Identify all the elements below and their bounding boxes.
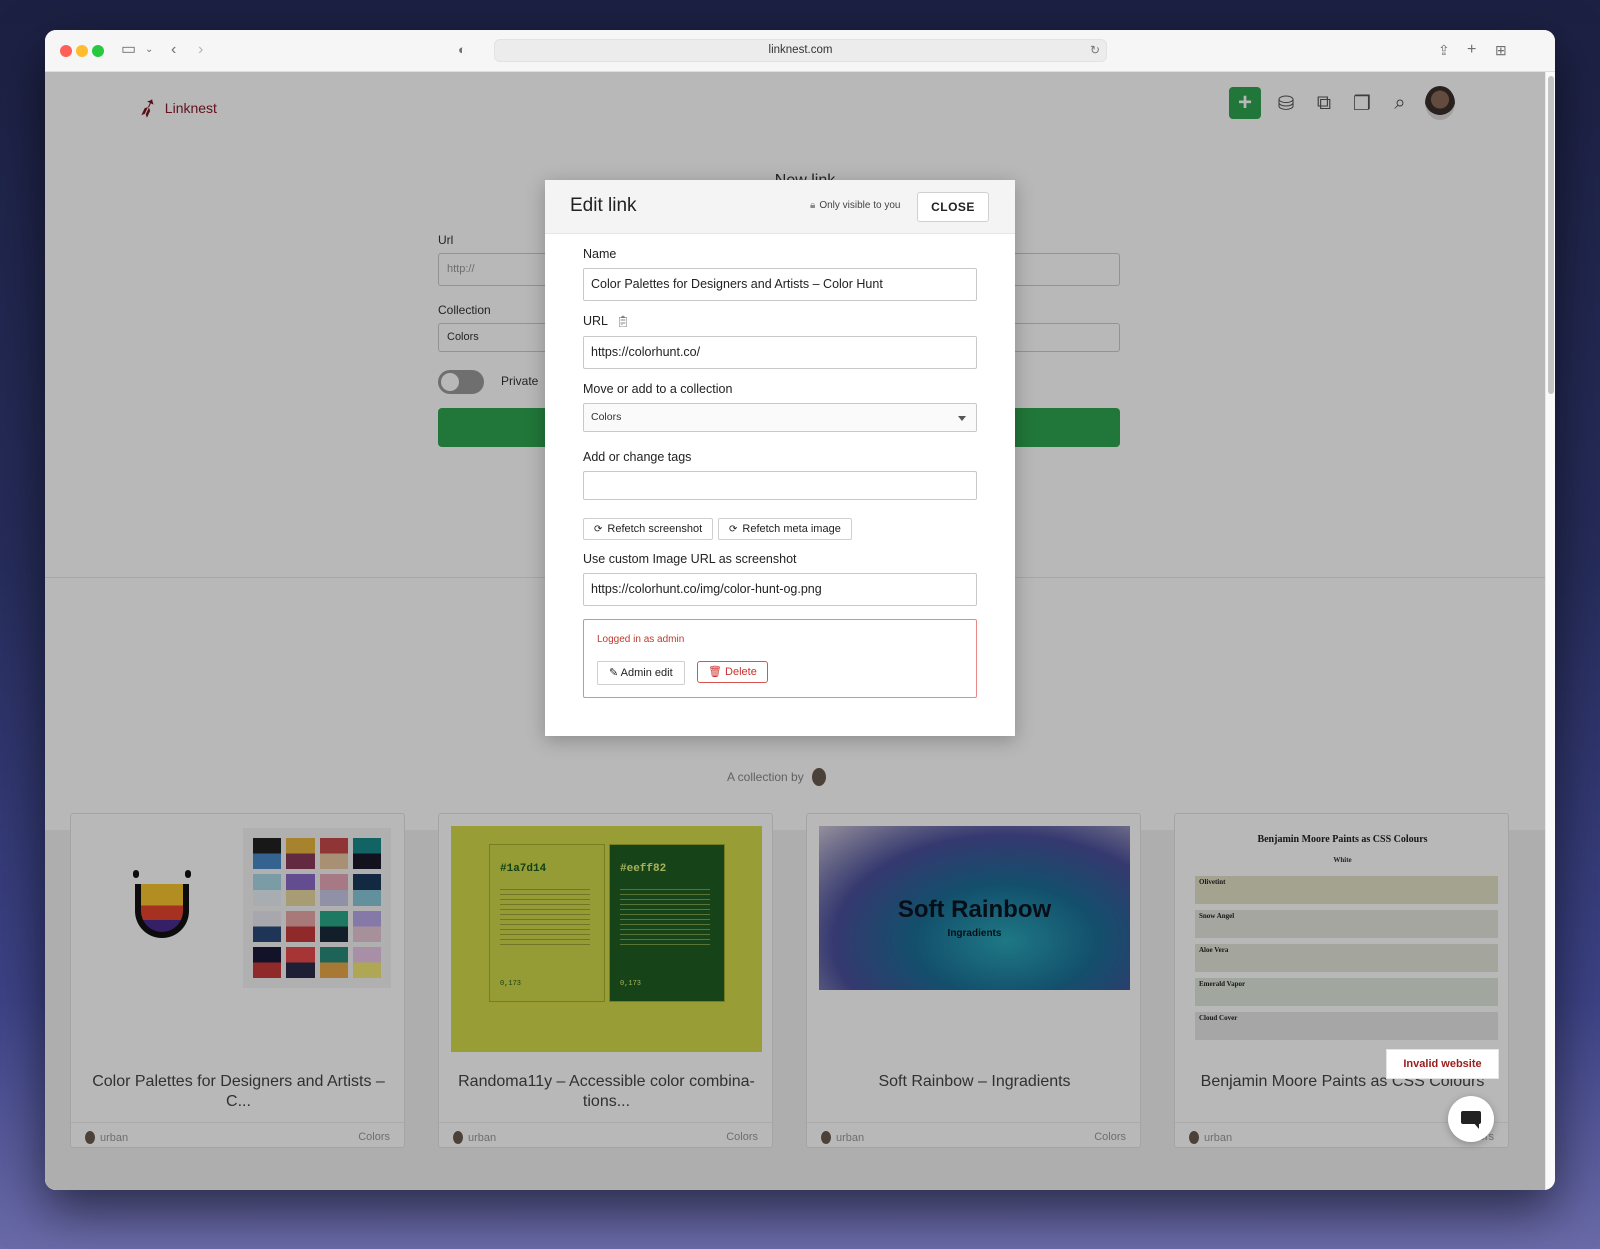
reload-icon[interactable]: ↻ [1090,40,1100,61]
url-label: URL 📋︎ [583,314,630,328]
share-icon[interactable]: ⇪ [1438,40,1450,60]
page-scrollbar[interactable] [1545,72,1555,1190]
delete-button[interactable]: 🗑︎ Delete [697,661,768,683]
refetch-meta-label: Refetch meta image [742,523,841,535]
clipboard-icon[interactable]: 📋︎ [616,315,630,328]
delete-label: Delete [725,666,757,678]
trash-icon: 🗑︎ [708,666,726,678]
browser-window: ▭ ⌄ ‹ › ◐ linknest.com ↻ ⇪ + ⊞ ➶ Linknes… [45,30,1555,1190]
name-label: Name [583,247,617,261]
tags-label: Add or change tags [583,450,692,464]
new-tab-icon[interactable]: + [1467,40,1476,60]
admin-edit-label: Admin edit [620,667,673,679]
collection-select-value: Colors [591,411,622,423]
pencil-icon: ✎ [609,667,621,679]
visibility-text: Only visible to you [819,200,901,211]
lock-icon: 🔒︎ [810,200,816,211]
refetch-screenshot-label: Refetch screenshot [607,523,703,535]
visibility-note: 🔒︎ Only visible to you [810,200,900,211]
refresh-icon: ⟳ [729,524,738,535]
scrollbar-thumb[interactable] [1548,76,1554,394]
forward-icon[interactable]: › [198,40,203,60]
chevron-down-icon[interactable]: ⌄ [145,40,153,60]
admin-panel: Logged in as admin ✎ Admin edit 🗑︎ Delet… [583,619,977,698]
browser-toolbar: ▭ ⌄ ‹ › ◐ linknest.com ↻ ⇪ + ⊞ [45,30,1555,72]
collection-select[interactable]: Colors [583,403,977,432]
close-button[interactable]: CLOSE [917,192,989,222]
modal-title: Edit link [570,195,637,216]
chat-button[interactable] [1448,1096,1494,1142]
chevron-down-icon [958,416,966,421]
url-input[interactable]: https://colorhunt.co/ [583,336,977,369]
collection-label: Move or add to a collection [583,382,733,396]
address-bar[interactable]: linknest.com ↻ [494,39,1107,62]
refresh-icon: ⟳ [594,524,603,535]
custom-image-input[interactable]: https://colorhunt.co/img/color-hunt-og.p… [583,573,977,606]
close-window-button[interactable] [60,45,72,57]
minimize-window-button[interactable] [76,45,88,57]
invalid-website-badge: Invalid website [1386,1049,1499,1079]
refetch-meta-image-button[interactable]: ⟳ Refetch meta image [718,518,852,540]
back-icon[interactable]: ‹ [171,40,176,60]
shield-icon[interactable]: ◐ [458,40,466,60]
admin-edit-button[interactable]: ✎ Admin edit [597,661,685,685]
admin-note: Logged in as admin [597,634,685,645]
tab-overview-icon[interactable]: ⊞ [1495,40,1507,60]
custom-image-label: Use custom Image URL as screenshot [583,552,797,566]
name-input[interactable]: Color Palettes for Designers and Artists… [583,268,977,301]
edit-link-modal: Edit link 🔒︎ Only visible to you CLOSE N… [545,180,1015,736]
modal-header: Edit link 🔒︎ Only visible to you CLOSE [545,180,1015,234]
tags-input[interactable] [583,471,977,500]
sidebar-icon[interactable]: ▭ [121,40,136,60]
url-label-text: URL [583,314,609,328]
refetch-screenshot-button[interactable]: ⟳ Refetch screenshot [583,518,714,540]
address-text: linknest.com [768,44,833,56]
zoom-window-button[interactable] [92,45,104,57]
